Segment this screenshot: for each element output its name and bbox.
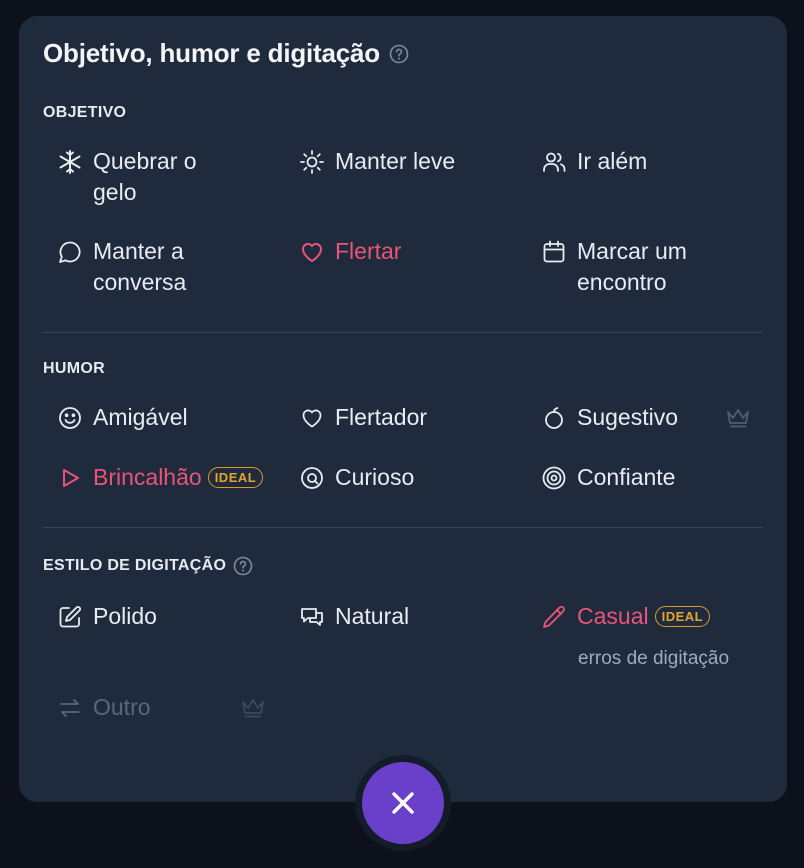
option-curioso[interactable]: Curioso (299, 462, 414, 493)
snowflake-icon (59, 150, 81, 174)
option-sugestivo[interactable]: Sugestivo (541, 402, 678, 433)
option-confiante[interactable]: Confiante (541, 462, 675, 493)
option-sublabel: erros de digitação (578, 648, 730, 669)
option-label: Curioso (335, 464, 415, 490)
option-manter-leve[interactable]: Manter leve (299, 146, 455, 177)
users-icon (543, 152, 566, 172)
section-label-objetivo: OBJETIVO (43, 104, 127, 121)
option-natural[interactable]: Natural (299, 601, 409, 632)
option-quebrar-o-gelo[interactable]: Quebrar o gelo (57, 146, 197, 208)
calendar-icon (543, 240, 565, 263)
option-manter-a-conversa[interactable]: Manter a conversa (57, 236, 186, 298)
swap-icon (60, 699, 80, 717)
option-flertador[interactable]: Flertador (299, 402, 427, 433)
option-polido[interactable]: Polido (57, 601, 157, 632)
title-row: Objetivo, humor e digitação (43, 38, 409, 69)
section-label-row: ESTILO DE DIGITAÇÃO (43, 556, 253, 576)
section-label-estilo: ESTILO DE DIGITAÇÃO (43, 557, 227, 574)
option-label: Polido (93, 603, 157, 629)
option-casual[interactable]: Casual IDEAL (541, 601, 711, 632)
option-label: Marcar um (577, 238, 687, 264)
target-icon (542, 466, 566, 490)
option-outro[interactable]: Outro (57, 692, 151, 723)
heart-outline-icon (302, 409, 322, 428)
option-label: Flertar (335, 238, 402, 264)
smile-icon (59, 407, 81, 429)
option-label: Quebrar o (93, 148, 197, 174)
sun-icon (300, 150, 324, 174)
option-label: encontro (577, 269, 667, 295)
help-icon[interactable] (233, 556, 253, 576)
chat-bubbles-icon (301, 608, 323, 626)
heart-icon (302, 243, 322, 262)
divider (43, 527, 763, 528)
ideal-badge: IDEAL (207, 467, 264, 488)
option-label: Manter leve (335, 148, 456, 174)
chat-bubble-icon (59, 241, 81, 263)
option-label: Natural (335, 603, 410, 629)
option-brincalhao[interactable]: Brincalhão IDEAL (57, 462, 264, 493)
play-icon (63, 469, 79, 487)
option-amigavel[interactable]: Amigável (57, 402, 188, 433)
option-label: conversa (93, 269, 187, 295)
option-label: Brincalhão (93, 464, 202, 490)
at-icon (301, 467, 323, 489)
option-label: Amigável (93, 404, 188, 430)
pencil-icon (543, 605, 565, 628)
option-label: Ir além (577, 148, 648, 174)
option-label: Manter a (93, 238, 184, 264)
settings-panel: Objetivo, humor e digitação OBJETIVO Que… (19, 16, 787, 802)
option-ir-alem[interactable]: Ir além (541, 146, 647, 177)
ideal-badge: IDEAL (654, 606, 711, 627)
section-label-humor: HUMOR (43, 360, 105, 377)
help-icon[interactable] (389, 44, 409, 64)
option-label: Outro (93, 694, 151, 720)
close-icon (392, 792, 414, 814)
option-label: Casual (577, 603, 649, 629)
option-label: Flertador (335, 404, 428, 430)
edit-icon (59, 606, 81, 628)
option-label: Sugestivo (577, 404, 679, 430)
divider (43, 332, 763, 333)
crown-icon (727, 409, 749, 428)
peach-icon (545, 407, 563, 429)
option-label: gelo (93, 179, 137, 205)
close-button[interactable] (362, 762, 444, 844)
crown-icon (242, 699, 264, 718)
panel-title: Objetivo, humor e digitação (43, 38, 380, 68)
option-label: Confiante (577, 464, 676, 490)
option-marcar-um-encontro[interactable]: Marcar um encontro (541, 236, 687, 298)
option-flertar[interactable]: Flertar (299, 236, 401, 267)
